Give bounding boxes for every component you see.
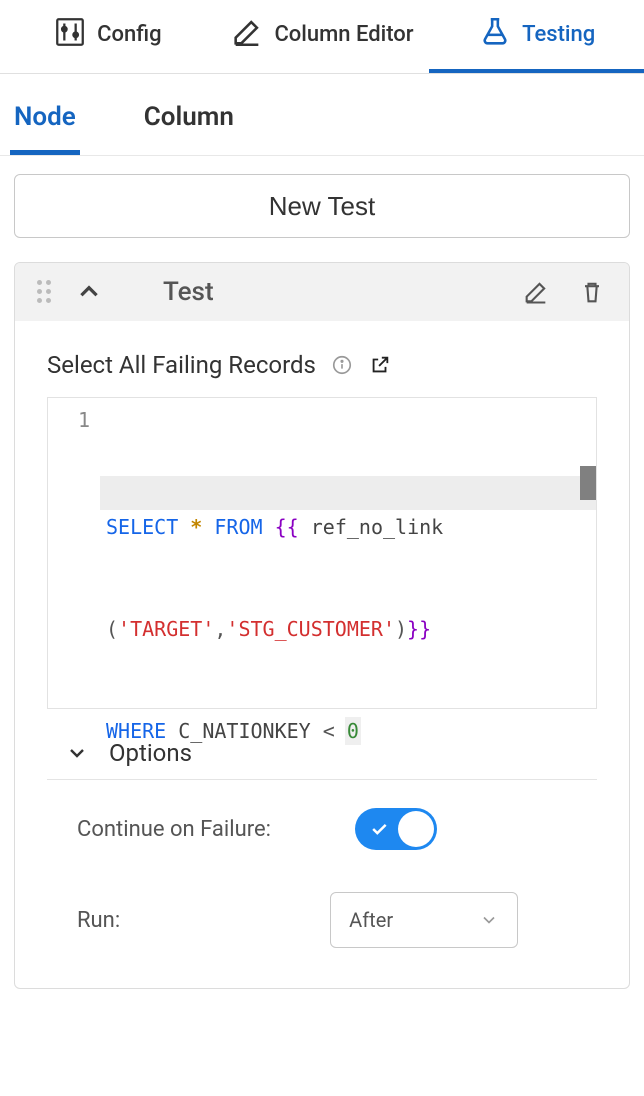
chevron-down-icon bbox=[65, 741, 89, 765]
sliders-icon bbox=[53, 15, 87, 55]
collapse-toggle[interactable] bbox=[75, 281, 103, 303]
tab-column-editor[interactable]: Column Editor bbox=[215, 0, 430, 73]
kw-where: WHERE bbox=[106, 719, 166, 743]
content-area: New Test Test bbox=[0, 156, 644, 1007]
tab-testing-label: Testing bbox=[522, 22, 595, 47]
token-fn: ref_no_link bbox=[311, 515, 443, 539]
info-icon[interactable] bbox=[330, 353, 354, 377]
sql-editor[interactable]: 1 SELECT * FROM {{ ref_no_link ('TARGET'… bbox=[47, 397, 597, 709]
check-icon bbox=[369, 819, 389, 843]
tab-testing[interactable]: Testing bbox=[429, 0, 644, 73]
token-arg2: 'STG_CUSTOMER' bbox=[226, 617, 395, 641]
token-lparen: ( bbox=[106, 617, 118, 641]
sub-tab-column[interactable]: Column bbox=[140, 102, 238, 155]
code-area[interactable]: SELECT * FROM {{ ref_no_link ('TARGET','… bbox=[100, 398, 596, 708]
run-label: Run: bbox=[77, 908, 120, 933]
kw-from: FROM bbox=[214, 515, 262, 539]
top-tabs: Config Column Editor Testing bbox=[0, 0, 644, 74]
active-line-highlight bbox=[100, 476, 596, 510]
continue-label: Continue on Failure: bbox=[77, 817, 271, 842]
delete-test-button[interactable] bbox=[577, 277, 607, 307]
token-star: * bbox=[190, 515, 202, 539]
line-number: 1 bbox=[48, 408, 90, 432]
toggle-knob bbox=[398, 811, 434, 847]
tab-config[interactable]: Config bbox=[0, 0, 215, 73]
new-test-button[interactable]: New Test bbox=[14, 174, 630, 238]
token-rparen: ) bbox=[395, 617, 407, 641]
sub-tabs: Node Column bbox=[0, 74, 644, 156]
chevron-down-icon bbox=[479, 910, 499, 930]
token-col: C_NATIONKEY bbox=[178, 719, 310, 743]
line-gutter: 1 bbox=[48, 398, 100, 708]
token-arg1: 'TARGET' bbox=[118, 617, 214, 641]
run-value: After bbox=[349, 908, 393, 932]
tab-column-editor-label: Column Editor bbox=[274, 22, 413, 47]
token-open-braces: {{ bbox=[275, 515, 299, 539]
scrollbar-thumb[interactable] bbox=[580, 466, 596, 500]
test-panel-body: Select All Failing Records 1 bbox=[15, 321, 629, 988]
token-comma: , bbox=[214, 617, 226, 641]
test-title: Test bbox=[163, 277, 503, 307]
drag-handle-icon[interactable] bbox=[37, 280, 57, 304]
token-zero: 0 bbox=[347, 719, 359, 743]
run-select[interactable]: After bbox=[330, 892, 518, 948]
run-row: Run: After bbox=[47, 892, 597, 948]
kw-select: SELECT bbox=[106, 515, 178, 539]
test-panel: Test Select All Failing Records bbox=[14, 262, 630, 989]
edit-test-button[interactable] bbox=[521, 277, 551, 307]
pencil-icon bbox=[230, 15, 264, 55]
tab-config-label: Config bbox=[97, 22, 161, 47]
open-external-icon[interactable] bbox=[368, 353, 392, 377]
section-label: Select All Failing Records bbox=[47, 351, 316, 379]
test-panel-header: Test bbox=[15, 263, 629, 321]
flask-icon bbox=[478, 15, 512, 55]
continue-toggle[interactable] bbox=[355, 808, 437, 850]
token-close-braces: }} bbox=[407, 617, 431, 641]
sub-tab-node[interactable]: Node bbox=[10, 102, 80, 155]
token-lt: < bbox=[323, 719, 335, 743]
